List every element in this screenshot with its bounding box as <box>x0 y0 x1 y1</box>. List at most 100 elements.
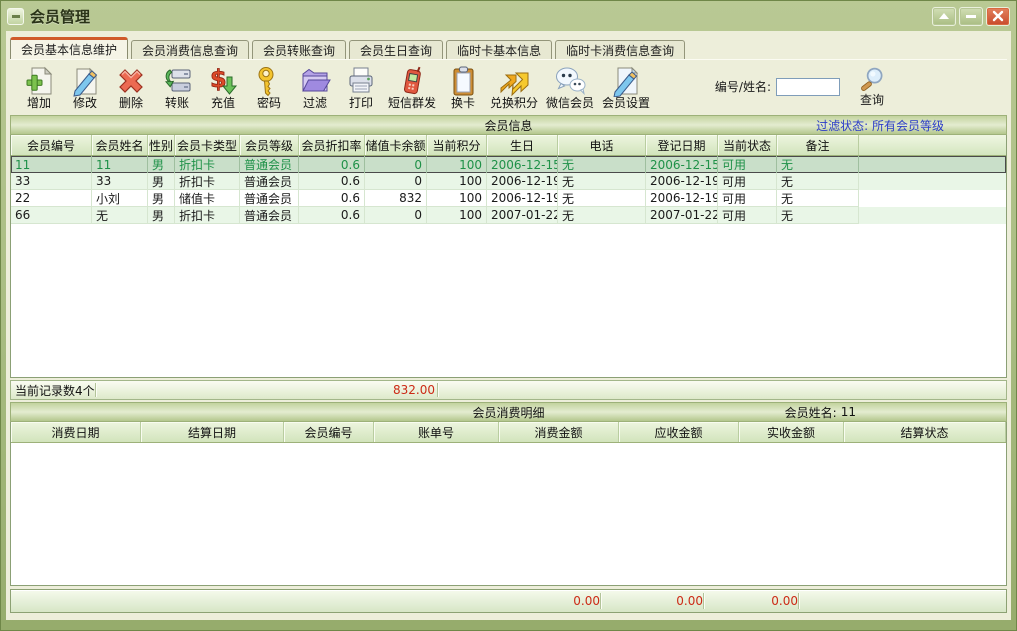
column-header: 消费日期 <box>11 422 141 442</box>
table-cell: 100 <box>427 156 487 173</box>
column-header: 账单号 <box>374 422 499 442</box>
table-cell: 0.6 <box>299 190 365 207</box>
totals-separator <box>798 593 799 609</box>
toolbar-button-member-settings[interactable]: 会员设置 <box>598 64 654 110</box>
toolbar-button-filter-folder[interactable]: 过滤 <box>292 64 338 110</box>
tab-3[interactable]: 会员转账查询 <box>252 40 346 59</box>
table-cell: 男 <box>148 156 175 173</box>
totals-bar: 0.00 0.00 0.00 <box>10 589 1007 613</box>
member-management-window: 会员管理 会员基本信息维护会员消费信息查询会员转账查询会员生日查询临时卡基本信息… <box>0 0 1017 631</box>
filter-status: 过滤状态: 所有会员等级 <box>816 116 944 134</box>
toolbar-button-wechat[interactable]: 微信会员 <box>542 64 598 110</box>
table-cell: 可用 <box>718 190 777 207</box>
toolbar-button-label: 转账 <box>165 97 189 110</box>
table-cell: 无 <box>558 173 646 190</box>
recharge-icon: $ <box>207 65 239 97</box>
search-button-label: 查询 <box>860 94 884 107</box>
table-cell: 2006-12-19 <box>646 173 718 190</box>
maximize-button[interactable] <box>932 7 956 26</box>
record-count: 当前记录数4个 <box>15 381 95 399</box>
toolbar-button-print[interactable]: 打印 <box>338 64 384 110</box>
table-cell: 无 <box>558 207 646 224</box>
tab-strip: 会员基本信息维护会员消费信息查询会员转账查询会员生日查询临时卡基本信息临时卡消费… <box>10 31 1007 59</box>
titlebar: 会员管理 <box>1 1 1016 31</box>
table-cell: 100 <box>427 190 487 207</box>
svg-text:$: $ <box>210 65 227 93</box>
column-header: 会员编号 <box>11 135 92 155</box>
password-key-icon <box>253 65 285 97</box>
table-cell: 2006-12-15 <box>487 156 558 173</box>
close-button[interactable] <box>986 7 1010 26</box>
table-row[interactable]: 66无男折扣卡普通会员0.601002007-01-22无2007-01-22可… <box>11 207 1006 224</box>
window-controls <box>932 7 1010 26</box>
toolbar-button-label: 充值 <box>211 97 235 110</box>
search-icon <box>857 66 887 94</box>
table-cell: 0 <box>365 207 427 224</box>
toolbar-button-recharge[interactable]: $ 充值 <box>200 64 246 110</box>
table-cell: 2006-12-19 <box>646 190 718 207</box>
search-button[interactable]: 查询 <box>857 66 887 107</box>
search-input[interactable] <box>776 78 840 96</box>
exchange-points-icon <box>498 65 530 97</box>
filter-status-value: 所有会员等级 <box>872 117 944 134</box>
filter-folder-icon <box>299 65 331 97</box>
toolbar-button-add[interactable]: 增加 <box>16 64 62 110</box>
column-header: 性别 <box>148 135 175 155</box>
tab-2[interactable]: 会员消费信息查询 <box>131 40 249 59</box>
table-cell: 0 <box>365 156 427 173</box>
transfer-icon <box>161 65 193 97</box>
column-header: 会员编号 <box>284 422 374 442</box>
table-row[interactable]: 1111男折扣卡普通会员0.601002006-12-15无2006-12-15… <box>11 156 1006 173</box>
toolbar-button-label: 删除 <box>119 97 143 110</box>
toolbar-button-label: 换卡 <box>451 97 475 110</box>
toolbar-button-password-key[interactable]: 密码 <box>246 64 292 110</box>
column-header: 储值卡余额 <box>365 135 427 155</box>
table-cell: 普通会员 <box>240 173 299 190</box>
balance-total: 832.00 <box>335 381 435 399</box>
toolbar-button-label: 会员设置 <box>602 97 650 110</box>
tab-6[interactable]: 临时卡消费信息查询 <box>555 40 685 59</box>
table-row[interactable]: 3333男折扣卡普通会员0.601002006-12-19无2006-12-19… <box>11 173 1006 190</box>
member-info-header: 会员信息 过滤状态: 所有会员等级 <box>10 115 1007 135</box>
filter-status-label: 过滤状态: <box>816 117 868 134</box>
column-header: 生日 <box>487 135 558 155</box>
table-cell: 普通会员 <box>240 190 299 207</box>
table-header-row: 会员编号会员姓名性别会员卡类型会员等级会员折扣率储值卡余额当前积分生日电话登记日… <box>11 135 1006 156</box>
tab-1[interactable]: 会员基本信息维护 <box>10 37 128 59</box>
table-cell: 无 <box>558 190 646 207</box>
minimize-button[interactable] <box>959 7 983 26</box>
tab-4[interactable]: 会员生日查询 <box>349 40 443 59</box>
toolbar-button-edit[interactable]: 修改 <box>62 64 108 110</box>
toolbar-button-label: 增加 <box>27 97 51 110</box>
table-cell: 男 <box>148 173 175 190</box>
table-row[interactable]: 22小刘男储值卡普通会员0.68321002006-12-19无2006-12-… <box>11 190 1006 207</box>
toolbar-button-exchange-points[interactable]: 兑换积分 <box>486 64 542 110</box>
delete-icon <box>115 65 147 97</box>
search-group: 编号/姓名: 查询 <box>715 66 887 107</box>
toolbar-buttons: 增加修改删除 转账 $ 充值密码过滤打印短信群发 换卡兑换积分微信会员会员设置 <box>16 64 654 110</box>
consumption-header: 会员消费明细 会员姓名: 11 <box>10 402 1007 422</box>
member-name-label: 会员姓名: <box>785 404 837 421</box>
table-cell: 2006-12-15 <box>646 156 718 173</box>
table-cell: 无 <box>92 207 148 224</box>
tab-5[interactable]: 临时卡基本信息 <box>446 40 552 59</box>
table-cell: 折扣卡 <box>175 173 240 190</box>
sms-phone-icon <box>396 65 428 97</box>
window-body: 会员基本信息维护会员消费信息查询会员转账查询会员生日查询临时卡基本信息临时卡消费… <box>6 31 1011 620</box>
table-cell: 33 <box>92 173 148 190</box>
member-info-title: 会员信息 <box>484 117 532 134</box>
toolbar-button-sms-phone[interactable]: 短信群发 <box>384 64 440 110</box>
column-header: 登记日期 <box>646 135 718 155</box>
toolbar-button-change-card[interactable]: 换卡 <box>440 64 486 110</box>
consumption-title: 会员消费明细 <box>472 404 544 421</box>
column-header: 会员折扣率 <box>299 135 365 155</box>
table-cell: 无 <box>558 156 646 173</box>
table-cell: 66 <box>11 207 92 224</box>
table-cell: 可用 <box>718 207 777 224</box>
toolbar-button-transfer[interactable]: 转账 <box>154 64 200 110</box>
table-cell: 0.6 <box>299 156 365 173</box>
table-cell: 折扣卡 <box>175 156 240 173</box>
toolbar-button-label: 短信群发 <box>388 97 436 110</box>
column-header: 实收金额 <box>739 422 844 442</box>
toolbar-button-delete[interactable]: 删除 <box>108 64 154 110</box>
